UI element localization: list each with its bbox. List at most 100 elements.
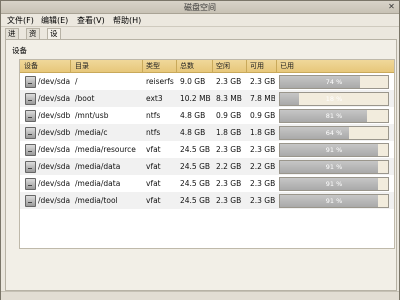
cell-dir: /mnt/usb: [75, 111, 109, 120]
disk-icon: [25, 93, 36, 105]
cell-total: 24.5 GB: [180, 179, 211, 188]
cell-free: 2.3 GB: [216, 145, 242, 154]
cell-avail: 2.3 GB: [250, 77, 275, 86]
disk-icon: [25, 110, 36, 122]
cell-device: /dev/sda6: [38, 162, 70, 171]
status-bar: [1, 291, 399, 300]
cell-device: /dev/sda2: [38, 94, 70, 103]
usage-bar: 91 %: [279, 143, 389, 157]
table-row[interactable]: /dev/sda8 /media/data vfat 24.5 GB 2.3 G…: [20, 175, 394, 192]
disk-icon: [25, 144, 36, 156]
col-free[interactable]: 空闲: [216, 61, 230, 71]
disk-icon: [25, 76, 36, 88]
cell-free: 0.9 GB: [216, 111, 242, 120]
cell-free: 8.3 MB: [216, 94, 242, 103]
usage-percent: 91 %: [325, 146, 343, 154]
usage-bar: 18 %: [279, 92, 389, 106]
usage-bar: 64 %: [279, 126, 389, 140]
device-table: 设备 目录 类型 总数 空闲 可用 已用 /dev/sda1 / reiserf…: [19, 59, 395, 249]
cell-type: vfat: [146, 145, 161, 154]
cell-dir: /boot: [75, 94, 95, 103]
usage-percent: 91 %: [325, 163, 343, 171]
devices-panel: 设备 设备 目录 类型 总数 空闲 可用 已用 /dev/sda1 /: [5, 39, 397, 291]
cell-free: 2.3 GB: [216, 179, 242, 188]
cell-total: 24.5 GB: [180, 162, 211, 171]
disk-icon: [25, 161, 36, 173]
col-avail[interactable]: 可用: [250, 61, 264, 71]
cell-free: 2.3 GB: [216, 77, 242, 86]
disk-icon: [25, 178, 36, 190]
disk-icon: [25, 127, 36, 139]
table-row[interactable]: /dev/sda2 /boot ext3 10.2 MB 8.3 MB 7.8 …: [20, 90, 394, 107]
table-row[interactable]: /dev/sdb1 /mnt/usb ntfs 4.8 GB 0.9 GB 0.…: [20, 107, 394, 124]
cell-device: /dev/sdb2: [38, 128, 70, 137]
window-title: 磁盘空间: [184, 3, 216, 12]
table-row[interactable]: /dev/sdb2 /media/c ntfs 4.8 GB 1.8 GB 1.…: [20, 124, 394, 141]
cell-dir: /media/data: [75, 162, 121, 171]
cell-dir: /media/resource: [75, 145, 136, 154]
cell-avail: 7.8 MB: [250, 94, 275, 103]
cell-total: 24.5 GB: [180, 145, 211, 154]
col-dir[interactable]: 目录: [75, 61, 89, 71]
usage-percent: 91 %: [325, 197, 343, 205]
menu-view[interactable]: 查看(V): [77, 15, 105, 26]
table-row[interactable]: /dev/sda1 / reiserfs 9.0 GB 2.3 GB 2.3 G…: [20, 73, 394, 90]
usage-percent: 81 %: [325, 112, 343, 120]
cell-device: /dev/sda9: [38, 196, 70, 205]
table-row[interactable]: /dev/sda9 /media/tool vfat 24.5 GB 2.3 G…: [20, 192, 394, 209]
usage-bar: 91 %: [279, 160, 389, 174]
section-title: 设备: [12, 46, 27, 55]
menu-help[interactable]: 帮助(H): [113, 15, 141, 26]
cell-type: vfat: [146, 196, 161, 205]
cell-device: /dev/sda1: [38, 77, 70, 86]
tab-resources[interactable]: 资源: [26, 28, 40, 48]
cell-avail: 0.9 GB: [250, 111, 275, 120]
menu-file[interactable]: 文件(F): [7, 15, 34, 26]
tab-processes[interactable]: 进程: [5, 28, 19, 48]
usage-percent: 91 %: [325, 180, 343, 188]
cell-avail: 1.8 GB: [250, 128, 275, 137]
cell-type: vfat: [146, 179, 161, 188]
cell-avail: 2.3 GB: [250, 145, 275, 154]
app-window: 磁盘空间 ✕ 文件(F) 编辑(E) 查看(V) 帮助(H) 进程 资源 设备 …: [0, 0, 400, 300]
cell-total: 9.0 GB: [180, 77, 206, 86]
close-icon[interactable]: ✕: [387, 2, 396, 11]
col-device[interactable]: 设备: [24, 61, 38, 71]
usage-bar: 91 %: [279, 194, 389, 208]
cell-total: 10.2 MB: [180, 94, 211, 103]
cell-type: reiserfs: [146, 77, 174, 86]
cell-device: /dev/sda5: [38, 145, 70, 154]
cell-total: 4.8 GB: [180, 111, 206, 120]
col-used[interactable]: 已用: [280, 61, 294, 71]
usage-bar: 74 %: [279, 75, 389, 89]
table-row[interactable]: /dev/sda5 /media/resource vfat 24.5 GB 2…: [20, 141, 394, 158]
col-type[interactable]: 类型: [146, 61, 160, 71]
table-header: 设备 目录 类型 总数 空闲 可用 已用: [20, 60, 394, 73]
cell-device: /dev/sda8: [38, 179, 70, 188]
title-bar[interactable]: 磁盘空间 ✕: [1, 1, 399, 14]
cell-dir: /media/data: [75, 179, 121, 188]
usage-bar: 91 %: [279, 177, 389, 191]
col-total[interactable]: 总数: [180, 61, 194, 71]
cell-type: ext3: [146, 94, 163, 103]
usage-percent: 18 %: [325, 95, 343, 103]
cell-free: 2.2 GB: [216, 162, 242, 171]
table-row[interactable]: /dev/sda6 /media/data vfat 24.5 GB 2.2 G…: [20, 158, 394, 175]
cell-type: ntfs: [146, 128, 161, 137]
cell-dir: /media/tool: [75, 196, 118, 205]
cell-device: /dev/sdb1: [38, 111, 70, 120]
cell-dir: /media/c: [75, 128, 108, 137]
menu-edit[interactable]: 编辑(E): [41, 15, 68, 26]
cell-dir: /: [75, 77, 78, 86]
cell-avail: 2.2 GB: [250, 162, 275, 171]
disk-icon: [25, 195, 36, 207]
cell-avail: 2.3 GB: [250, 179, 275, 188]
usage-percent: 64 %: [325, 129, 343, 137]
usage-bar: 81 %: [279, 109, 389, 123]
menu-bar: 文件(F) 编辑(E) 查看(V) 帮助(H): [1, 14, 399, 27]
cell-free: 2.3 GB: [216, 196, 242, 205]
cell-type: vfat: [146, 162, 161, 171]
cell-free: 1.8 GB: [216, 128, 242, 137]
cell-total: 4.8 GB: [180, 128, 206, 137]
cell-total: 24.5 GB: [180, 196, 211, 205]
